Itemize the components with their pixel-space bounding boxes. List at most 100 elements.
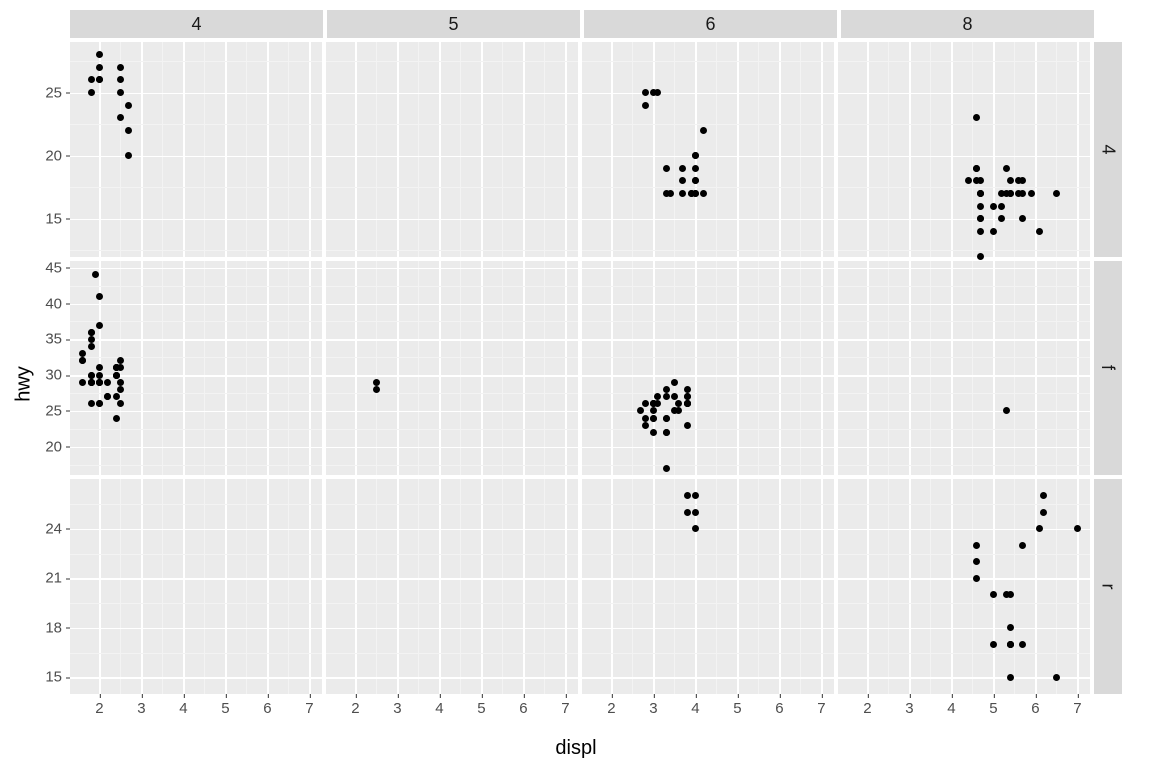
data-point: [88, 400, 95, 407]
y-tick-label: 35: [45, 331, 70, 348]
data-point: [977, 190, 984, 197]
data-point: [1003, 165, 1010, 172]
data-point: [663, 386, 670, 393]
data-point: [663, 165, 670, 172]
data-point: [642, 415, 649, 422]
data-point: [650, 407, 657, 414]
facet-col-header: 8: [841, 10, 1094, 38]
data-point: [1036, 525, 1043, 532]
data-point: [117, 357, 124, 364]
data-point: [679, 177, 686, 184]
data-point: [692, 177, 699, 184]
data-point: [692, 509, 699, 516]
data-point: [675, 407, 682, 414]
data-point: [117, 89, 124, 96]
facet-panel: 15182124234567: [70, 479, 322, 694]
data-point: [990, 228, 997, 235]
data-point: [117, 386, 124, 393]
x-tick-label: 7: [305, 694, 313, 717]
data-point: [679, 190, 686, 197]
data-point: [1007, 190, 1014, 197]
data-point: [650, 429, 657, 436]
chart-root: hwy displ 45681520254202530354045f151821…: [0, 0, 1152, 768]
data-point: [973, 542, 980, 549]
data-point: [973, 558, 980, 565]
data-point: [1003, 407, 1010, 414]
data-point: [990, 203, 997, 210]
data-point: [1040, 492, 1047, 499]
data-point: [1003, 591, 1010, 598]
facet-col-header: 5: [327, 10, 580, 38]
y-tick-label: 18: [45, 619, 70, 636]
x-tick-label: 6: [1031, 694, 1039, 717]
data-point: [684, 386, 691, 393]
data-point: [88, 89, 95, 96]
data-point: [692, 190, 699, 197]
y-tick-label: 25: [45, 84, 70, 101]
x-tick-label: 2: [95, 694, 103, 717]
x-tick-label: 7: [817, 694, 825, 717]
data-point: [679, 165, 686, 172]
facet-panel: 234567: [838, 479, 1090, 694]
x-tick-label: 5: [733, 694, 741, 717]
data-point: [1053, 190, 1060, 197]
data-point: [96, 322, 103, 329]
y-tick-label: 45: [45, 259, 70, 276]
data-point: [79, 357, 86, 364]
data-point: [671, 393, 678, 400]
data-point: [117, 400, 124, 407]
x-tick-label: 7: [561, 694, 569, 717]
data-point: [998, 215, 1005, 222]
data-point: [1007, 624, 1014, 631]
data-point: [104, 393, 111, 400]
data-point: [684, 422, 691, 429]
facet-panel: [838, 261, 1090, 476]
x-tick-label: 2: [607, 694, 615, 717]
data-point: [998, 203, 1005, 210]
data-point: [675, 400, 682, 407]
data-point: [977, 228, 984, 235]
data-point: [125, 102, 132, 109]
data-point: [1053, 674, 1060, 681]
x-tick-label: 3: [137, 694, 145, 717]
facet-panel: 202530354045: [70, 261, 322, 476]
facet-panel: [838, 42, 1090, 257]
data-point: [117, 379, 124, 386]
data-point: [96, 400, 103, 407]
data-point: [88, 379, 95, 386]
x-axis-title: displ: [555, 737, 596, 760]
x-tick-label: 4: [947, 694, 955, 717]
data-point: [650, 415, 657, 422]
facet-panel: 234567: [582, 479, 834, 694]
data-point: [650, 89, 657, 96]
data-point: [1007, 674, 1014, 681]
data-point: [125, 127, 132, 134]
data-point: [692, 165, 699, 172]
data-point: [117, 364, 124, 371]
data-point: [1036, 228, 1043, 235]
data-point: [92, 271, 99, 278]
data-point: [977, 253, 984, 260]
facet-panel: [582, 42, 834, 257]
data-point: [1019, 215, 1026, 222]
facet-panel: 234567: [326, 479, 578, 694]
data-point: [692, 525, 699, 532]
x-tick-label: 3: [649, 694, 657, 717]
data-point: [1028, 190, 1035, 197]
y-tick-label: 15: [45, 669, 70, 686]
data-point: [663, 415, 670, 422]
y-tick-label: 30: [45, 367, 70, 384]
y-tick-label: 20: [45, 147, 70, 164]
y-axis-title: hwy: [12, 366, 35, 402]
facet-panel: [326, 261, 578, 476]
data-point: [663, 393, 670, 400]
data-point: [117, 114, 124, 121]
data-point: [977, 215, 984, 222]
facet-row-header: f: [1094, 261, 1122, 476]
data-point: [667, 190, 674, 197]
data-point: [642, 422, 649, 429]
y-tick-label: 21: [45, 570, 70, 587]
data-point: [88, 343, 95, 350]
x-tick-label: 5: [221, 694, 229, 717]
data-point: [104, 379, 111, 386]
